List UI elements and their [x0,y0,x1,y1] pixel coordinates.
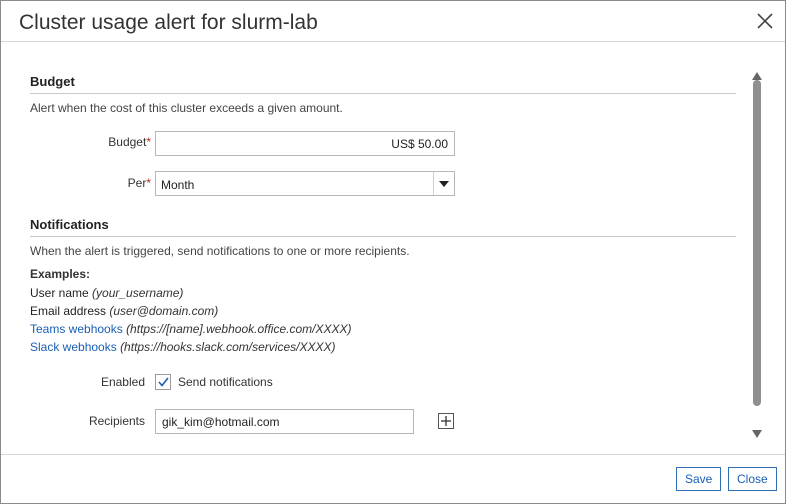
notifications-section-title: Notifications [30,217,109,232]
examples-label: Examples: [30,267,91,281]
dialog-content: Budget Alert when the cost of this clust… [1,42,785,454]
plus-icon [441,416,451,426]
send-notifications-label[interactable]: Send notifications [178,375,273,389]
dialog-title: Cluster usage alert for slurm-lab [19,11,318,34]
example-hint: (https://hooks.slack.com/services/XXXX) [120,340,336,354]
example-teams-webhooks: Teams webhooks (https://[name].webhook.o… [30,322,352,336]
add-recipient-button[interactable] [438,413,454,429]
per-label-text: Per [127,176,147,190]
scroll-down-arrow-icon[interactable] [752,425,762,438]
example-hint: (https://[name].webhook.office.com/XXXX) [126,322,352,336]
save-button[interactable]: Save [676,467,722,491]
budget-label: Budget* [61,135,151,149]
per-select[interactable]: Month [155,171,455,196]
budget-label-text: Budget [108,135,147,149]
per-select-value: Month [161,178,195,192]
budget-section-divider [30,93,736,94]
slack-webhooks-link[interactable]: Slack webhooks [30,340,117,354]
per-label: Per* [61,176,151,190]
required-marker: * [146,135,151,149]
example-slack-webhooks: Slack webhooks (https://hooks.slack.com/… [30,340,335,354]
scrollbar[interactable] [749,67,765,438]
cluster-usage-alert-dialog: Cluster usage alert for slurm-lab Budget… [0,0,786,504]
notifications-section-divider [30,236,736,237]
scroll-up-arrow-icon[interactable] [752,67,762,80]
example-hint: (user@domain.com) [109,304,219,318]
dialog-header: Cluster usage alert for slurm-lab [1,1,785,42]
example-label: User name [30,286,89,300]
close-button[interactable]: Close [728,467,777,491]
enabled-label: Enabled [100,375,145,389]
chevron-down-icon[interactable] [433,172,454,195]
notifications-description: When the alert is triggered, send notifi… [30,244,410,258]
example-hint: (your_username) [92,286,184,300]
scrollbar-thumb[interactable] [753,80,761,406]
enabled-checkbox[interactable] [155,374,171,390]
budget-section-title: Budget [30,74,75,89]
dialog-footer: Save Close [1,454,785,504]
check-icon [158,377,169,387]
recipients-input[interactable] [155,409,414,434]
example-label: Email address [30,304,107,318]
teams-webhooks-link[interactable]: Teams webhooks [30,322,123,336]
recipients-label: Recipients [88,414,145,428]
budget-description: Alert when the cost of this cluster exce… [30,101,343,115]
close-icon[interactable] [755,11,775,31]
budget-input[interactable] [155,131,455,156]
required-marker: * [146,176,151,190]
example-email-address: Email address (user@domain.com) [30,304,218,318]
example-user-name: User name (your_username) [30,286,183,300]
